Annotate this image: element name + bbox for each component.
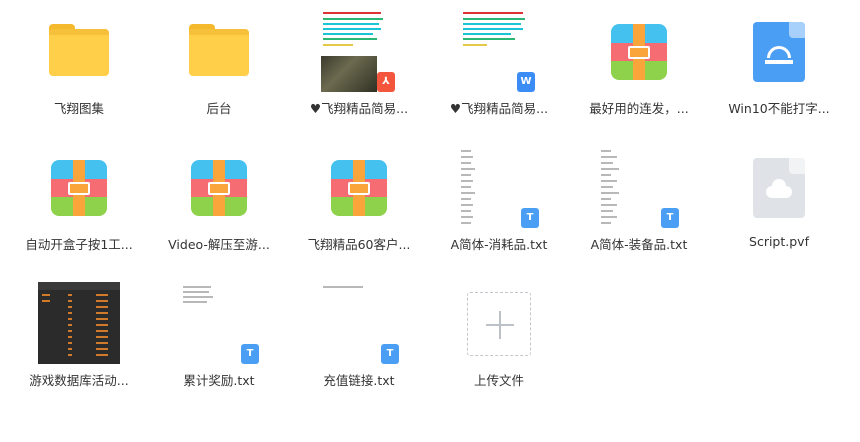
file-label: 自动开盒子按1工...: [25, 237, 133, 252]
file-label: 后台: [206, 101, 232, 116]
file-label: 最好用的连发，...: [589, 101, 689, 116]
file-label: 飞翔精品60客户...: [307, 237, 411, 252]
file-label: A简体-消耗品.txt: [450, 237, 548, 252]
word-icon: W: [517, 72, 535, 92]
cloud-file-icon: [753, 158, 805, 218]
file-item-word[interactable]: W ♥飞翔精品简易...: [434, 2, 564, 132]
file-label: 飞翔图集: [53, 101, 104, 116]
txt-thumbnail: T: [599, 146, 679, 228]
txt-thumbnail: T: [319, 282, 399, 364]
file-label: Video-解压至游...: [168, 237, 270, 252]
pdf-icon: ⅄: [377, 72, 395, 92]
txt-icon: T: [381, 344, 399, 364]
document-icon: [753, 22, 805, 82]
pdf-thumbnail: ⅄: [321, 10, 397, 92]
file-label: Win10不能打字...: [728, 101, 830, 116]
file-item-archive-1[interactable]: 最好用的连发，...: [574, 2, 704, 132]
file-item-archive-4[interactable]: 飞翔精品60客户...: [294, 138, 424, 268]
file-item-image[interactable]: 游戏数据库活动...: [14, 274, 144, 404]
word-thumbnail: W: [461, 10, 537, 92]
file-item-pdf[interactable]: ⅄ ♥飞翔精品简易...: [294, 2, 424, 132]
file-label: 累计奖励.txt: [183, 373, 255, 388]
file-label: ♥飞翔精品简易...: [309, 101, 409, 116]
file-item-folder-backend[interactable]: 后台: [154, 2, 284, 132]
file-item-unknown[interactable]: Script.pvf: [714, 138, 844, 268]
file-label: 游戏数据库活动...: [29, 373, 129, 388]
txt-icon: T: [241, 344, 259, 364]
archive-icon: [51, 160, 107, 216]
txt-thumbnail: T: [179, 282, 259, 364]
archive-icon: [611, 24, 667, 80]
file-item-txt-rewards[interactable]: T 累计奖励.txt: [154, 274, 284, 404]
file-item-archive-3[interactable]: Video-解压至游...: [154, 138, 284, 268]
image-thumbnail: [38, 282, 120, 364]
txt-icon: T: [521, 208, 539, 228]
plus-icon: [467, 292, 531, 356]
upload-label: 上传文件: [473, 373, 524, 388]
file-item-document[interactable]: Win10不能打字...: [714, 2, 844, 132]
upload-file-button[interactable]: 上传文件: [434, 274, 564, 404]
file-label: ♥飞翔精品简易...: [449, 101, 549, 116]
file-label: Script.pvf: [749, 234, 809, 249]
folder-icon: [49, 24, 109, 76]
archive-icon: [331, 160, 387, 216]
file-item-txt-recharge[interactable]: T 充值链接.txt: [294, 274, 424, 404]
file-label: A简体-装备品.txt: [590, 237, 688, 252]
file-label: 充值链接.txt: [323, 373, 395, 388]
file-item-archive-2[interactable]: 自动开盒子按1工...: [14, 138, 144, 268]
archive-icon: [191, 160, 247, 216]
file-item-txt-equipment[interactable]: T A简体-装备品.txt: [574, 138, 704, 268]
txt-icon: T: [661, 208, 679, 228]
file-item-folder-gallery[interactable]: 飞翔图集: [14, 2, 144, 132]
file-item-txt-consumables[interactable]: T A简体-消耗品.txt: [434, 138, 564, 268]
txt-thumbnail: T: [459, 146, 539, 228]
folder-icon: [189, 24, 249, 76]
